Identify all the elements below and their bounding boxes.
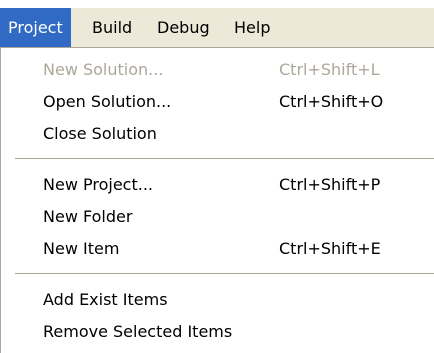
menu-item-new-project[interactable]: New Project... — [43, 175, 153, 194]
project-menu-dropdown: New Solution... Ctrl+Shift+L Open Soluti… — [0, 48, 434, 353]
menu-item-new-solution[interactable]: New Solution... — [43, 60, 163, 79]
menu-debug[interactable]: Debug — [149, 8, 218, 47]
menu-item-remove-selected-items[interactable]: Remove Selected Items — [43, 322, 232, 341]
menu-bar: Project Build Debug Help — [0, 8, 434, 48]
menu-item-open-solution[interactable]: Open Solution... — [43, 92, 171, 111]
shortcut-new-item: Ctrl+Shift+E — [279, 239, 381, 258]
document-background-strip — [0, 0, 434, 8]
menu-project[interactable]: Project — [0, 8, 71, 47]
menu-separator — [15, 158, 434, 160]
shortcut-new-solution: Ctrl+Shift+L — [279, 60, 380, 79]
menu-item-new-item[interactable]: New Item — [43, 239, 119, 258]
menu-separator — [15, 273, 434, 275]
menu-item-new-folder[interactable]: New Folder — [43, 207, 132, 226]
shortcut-open-solution: Ctrl+Shift+O — [279, 92, 384, 111]
menu-build[interactable]: Build — [84, 8, 140, 47]
shortcut-new-project: Ctrl+Shift+P — [279, 175, 381, 194]
menu-help[interactable]: Help — [226, 8, 278, 47]
menu-item-add-exist-items[interactable]: Add Exist Items — [43, 290, 168, 309]
menu-item-close-solution[interactable]: Close Solution — [43, 124, 157, 143]
